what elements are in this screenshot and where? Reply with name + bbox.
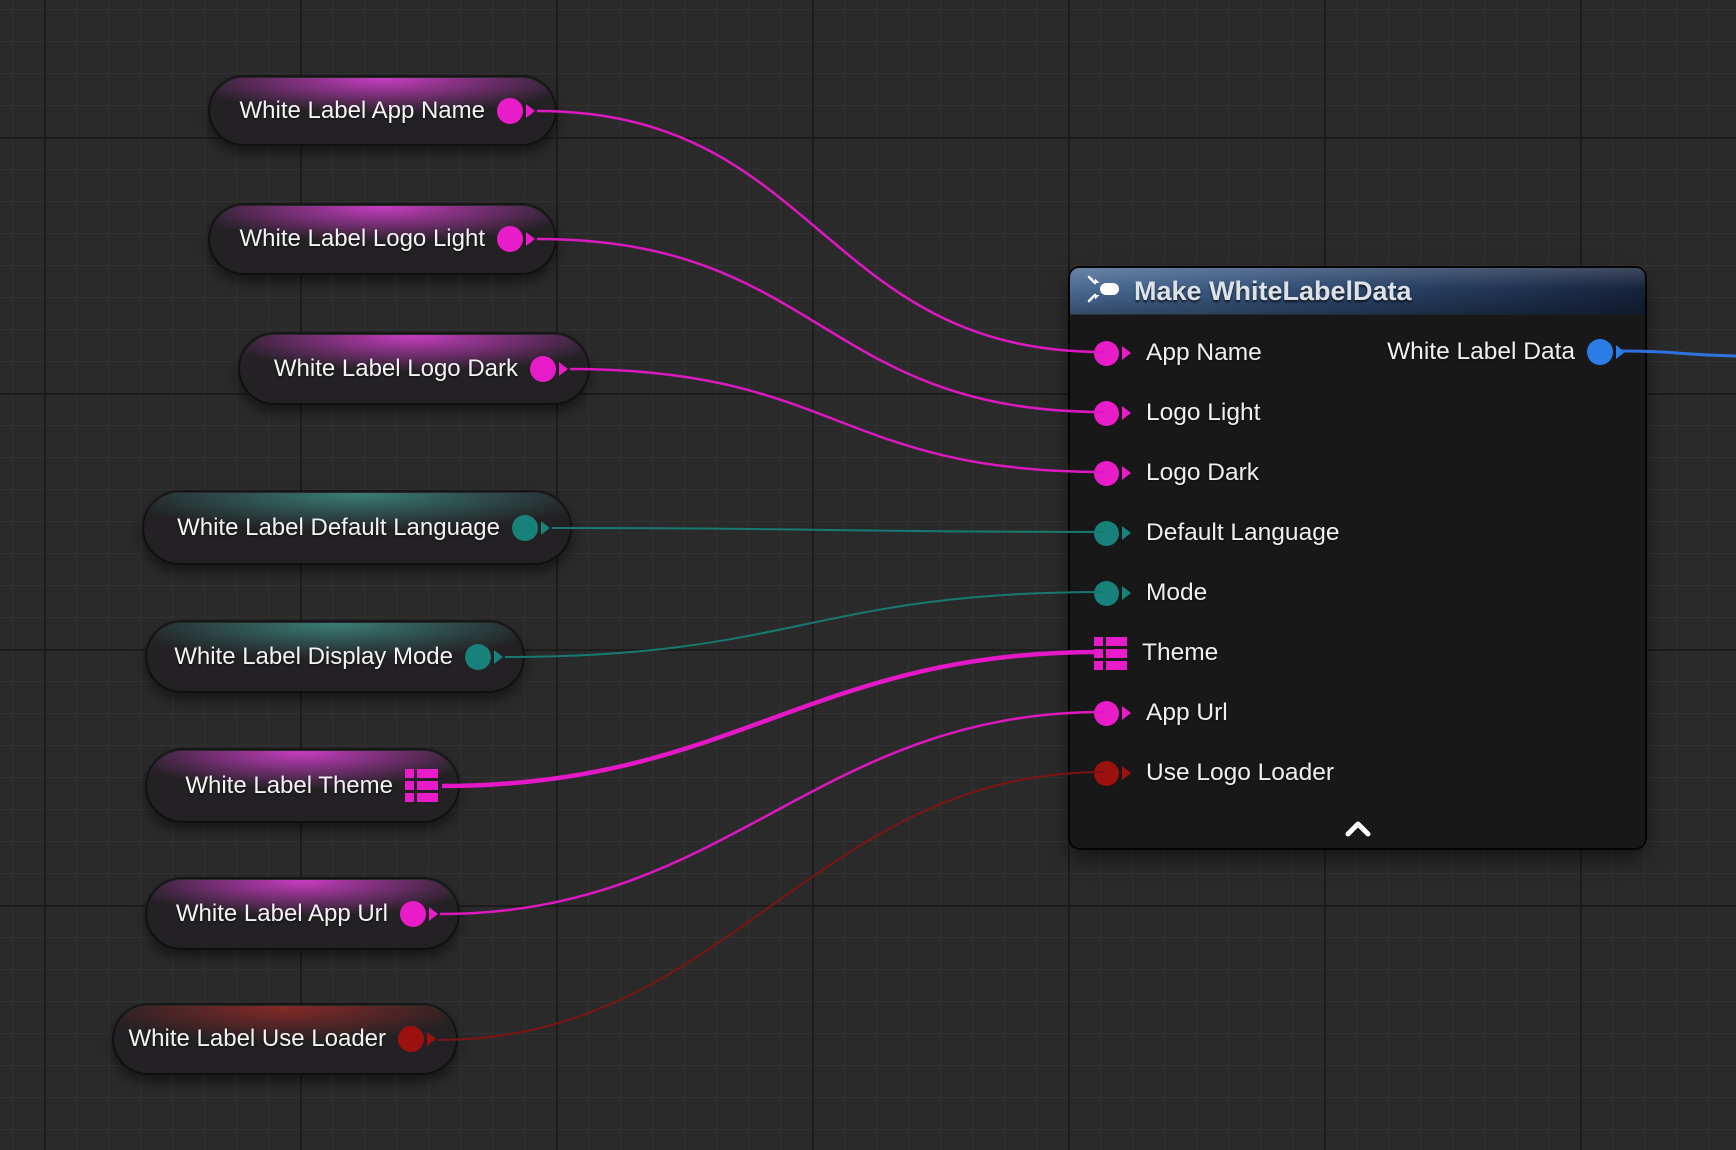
make-struct-icon: [1086, 274, 1122, 309]
pin-label: Use Logo Loader: [1146, 759, 1334, 787]
pin-label: Logo Dark: [1146, 459, 1259, 487]
input-row-logo-dark: Logo Dark: [1070, 443, 1645, 503]
output-pin[interactable]: [400, 901, 438, 927]
input-row-app-url: App Url: [1070, 683, 1645, 743]
pin-label: Mode: [1146, 579, 1207, 607]
getter-label: White Label App Name: [240, 97, 485, 125]
getter-node-use-loader[interactable]: White Label Use Loader: [112, 1003, 458, 1075]
wire[interactable]: [537, 111, 1104, 352]
output-row-white-label-data: White Label Data: [1387, 322, 1645, 382]
node-body: App Name Logo Light Logo Dark Default La…: [1070, 315, 1645, 803]
wire[interactable]: [440, 712, 1104, 914]
getter-label: White Label Logo Light: [239, 225, 485, 253]
getter-label: White Label Default Language: [177, 514, 500, 542]
wire[interactable]: [505, 592, 1104, 657]
input-row-mode: Mode: [1070, 563, 1645, 623]
getter-node-app-name[interactable]: White Label App Name: [208, 75, 557, 146]
getter-label: White Label App Url: [176, 900, 388, 928]
pin-label: App Url: [1146, 699, 1228, 727]
node-header[interactable]: Make WhiteLabelData: [1070, 268, 1645, 315]
collapse-chevron-icon[interactable]: [1345, 821, 1371, 842]
output-pin[interactable]: [497, 226, 535, 252]
input-row-use-logo-loader: Use Logo Loader: [1070, 743, 1645, 803]
pin-label: Logo Light: [1146, 399, 1260, 427]
input-row-default-language: Default Language: [1070, 503, 1645, 563]
wire[interactable]: [570, 369, 1104, 472]
getter-node-theme[interactable]: White Label Theme: [145, 748, 460, 823]
output-pin[interactable]: [530, 356, 568, 382]
make-whitelabeldata-node[interactable]: Make WhiteLabelData App Name Logo Light …: [1070, 268, 1645, 848]
getter-node-display-mode[interactable]: White Label Display Mode: [145, 620, 525, 693]
output-pin[interactable]: [465, 644, 503, 670]
getter-label: White Label Display Mode: [174, 643, 453, 671]
getter-label: White Label Logo Dark: [274, 355, 518, 383]
getter-node-logo-light[interactable]: White Label Logo Light: [208, 203, 557, 275]
input-row-logo-light: Logo Light: [1070, 383, 1645, 443]
pin-label: Default Language: [1146, 519, 1339, 547]
getter-node-logo-dark[interactable]: White Label Logo Dark: [238, 332, 590, 405]
getter-node-default-language[interactable]: White Label Default Language: [142, 490, 572, 565]
wire[interactable]: [442, 652, 1099, 786]
output-pin[interactable]: [398, 1026, 436, 1052]
input-pin[interactable]: [1094, 521, 1131, 546]
node-title: Make WhiteLabelData: [1134, 276, 1412, 307]
output-pin[interactable]: [497, 98, 535, 124]
input-row-theme: Theme: [1070, 623, 1645, 683]
wire[interactable]: [552, 528, 1104, 532]
struct-pin-icon[interactable]: [405, 769, 438, 802]
blueprint-graph-canvas[interactable]: White Label App Name White Label Logo Li…: [0, 0, 1736, 1150]
pin-label: Theme: [1142, 639, 1218, 667]
output-pin[interactable]: [1587, 339, 1625, 365]
wire[interactable]: [537, 239, 1104, 412]
output-pin[interactable]: [512, 515, 550, 541]
getter-node-app-url[interactable]: White Label App Url: [145, 877, 460, 950]
getter-label: White Label Theme: [185, 772, 393, 800]
getter-label: White Label Use Loader: [129, 1025, 386, 1053]
pin-label: White Label Data: [1387, 338, 1575, 366]
pin-label: App Name: [1146, 339, 1262, 367]
